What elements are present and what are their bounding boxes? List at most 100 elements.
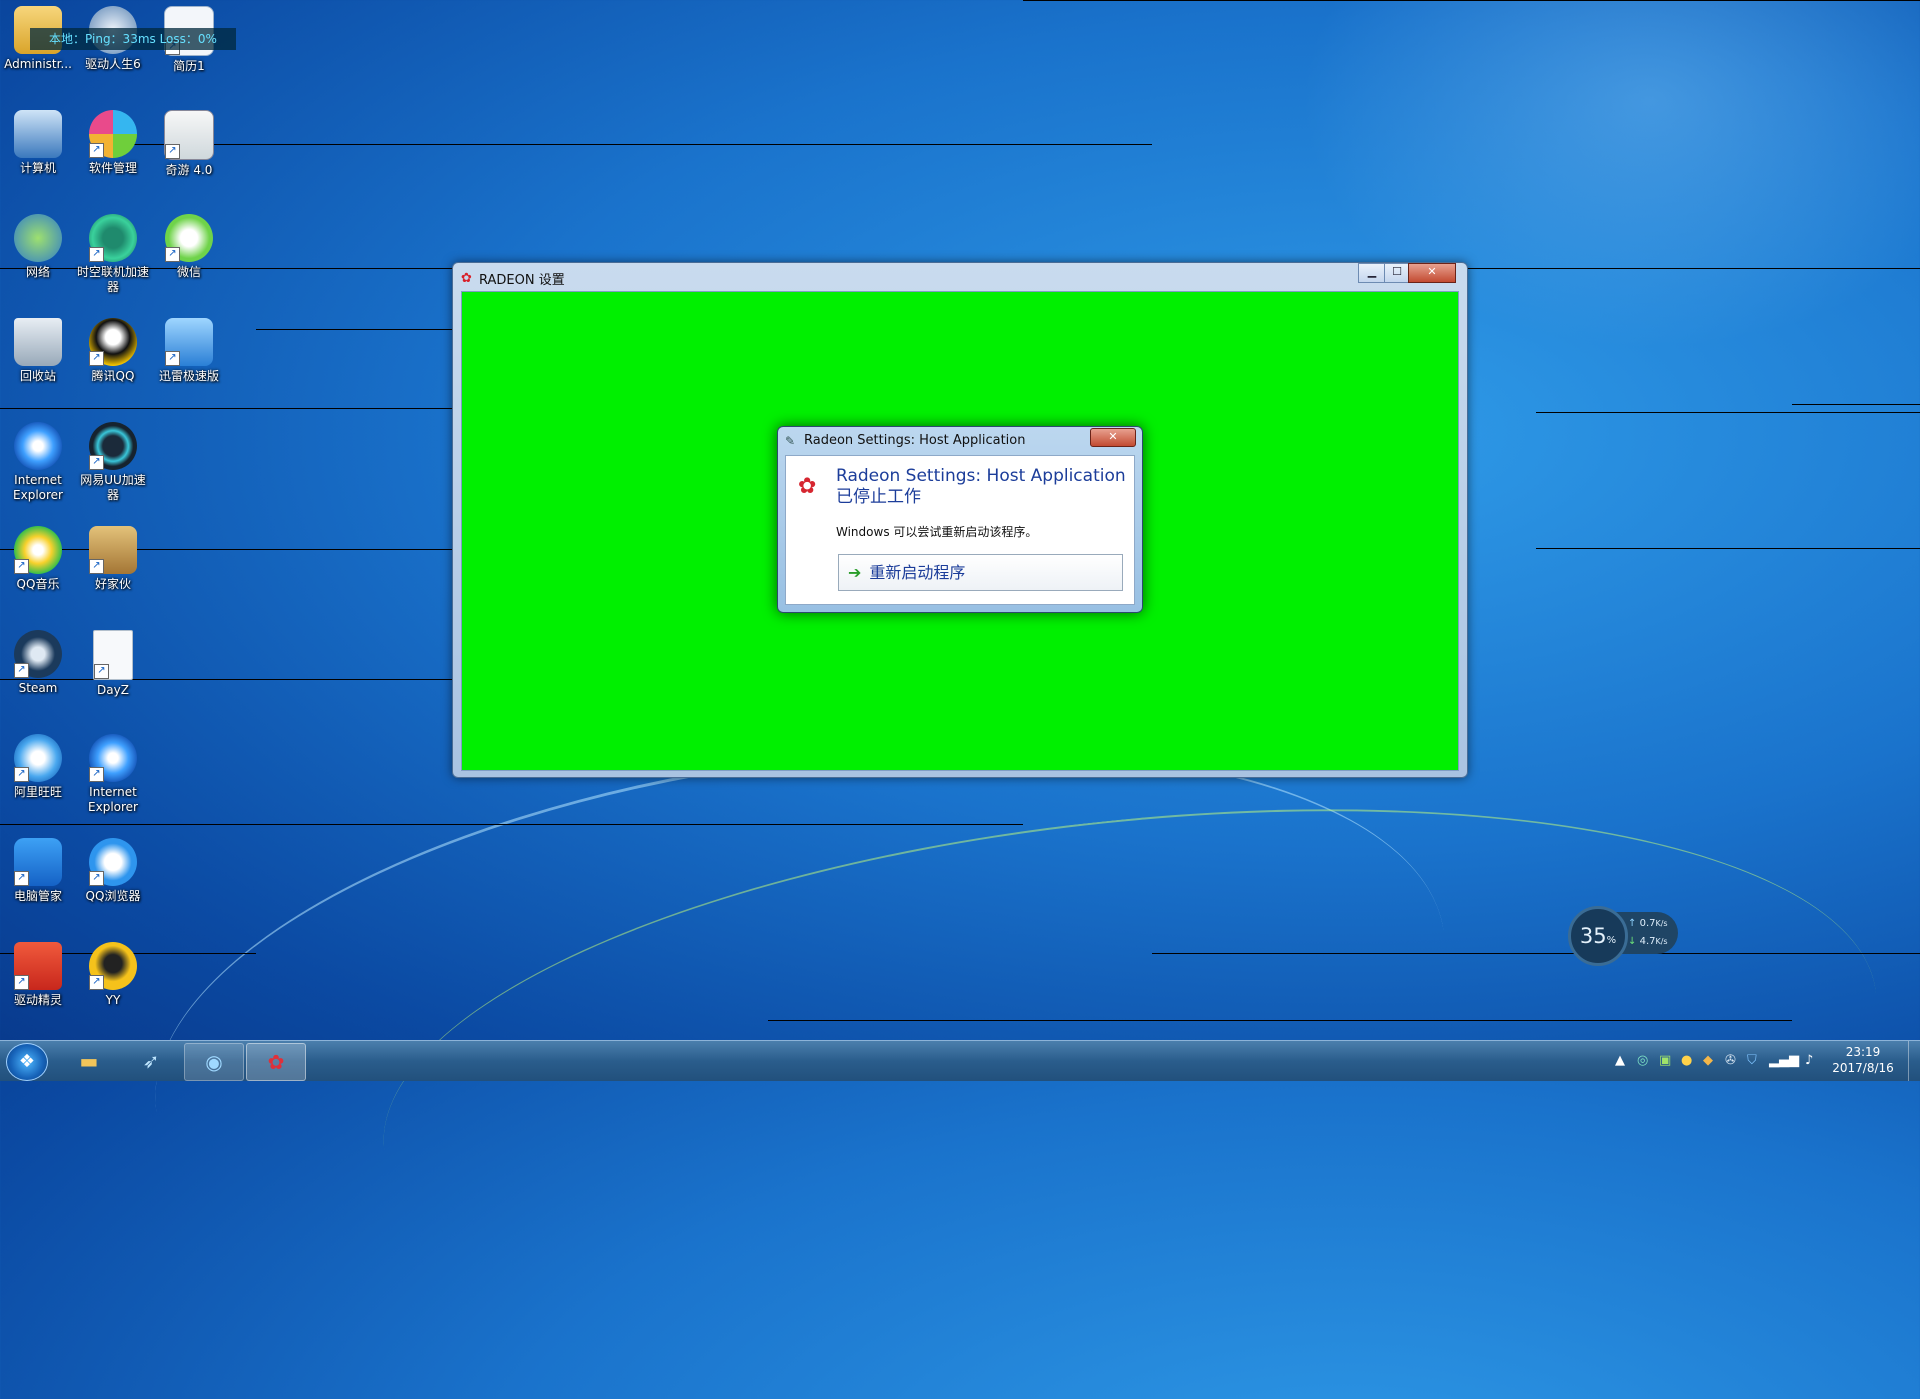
shortcut-arrow-icon: ↗ [89, 975, 104, 990]
wechat-icon: ↗ [165, 214, 213, 262]
xunlei-bird-icon: ➶ [142, 1049, 160, 1073]
taskbar-xunlei[interactable]: ➶ [122, 1043, 180, 1079]
blank-file-icon: ↗ [93, 630, 133, 680]
desktop-icon-wechat[interactable]: ↗ 微信 [151, 208, 227, 280]
render-artifact-line [1536, 548, 1920, 549]
desktop-icon-computer[interactable]: 计算机 [0, 104, 76, 176]
shortcut-arrow-icon: ↗ [14, 871, 29, 886]
start-button[interactable]: ❖ [6, 1043, 48, 1081]
shortcut-arrow-icon: ↗ [94, 664, 109, 679]
upload-speed: ↑ 0.7K/s [1628, 918, 1668, 929]
internet-explorer-icon: ↗ [89, 734, 137, 782]
close-button[interactable]: ✕ [1408, 263, 1456, 283]
desktop-icon-pc-manager[interactable]: ↗ 电脑管家 [0, 832, 76, 904]
app-icon: ✎ [785, 434, 796, 448]
desktop-icon-yy[interactable]: ↗ YY [75, 936, 151, 1008]
steam-tray-icon[interactable]: ✇ [1725, 1041, 1736, 1081]
shortcut-arrow-icon: ↗ [89, 559, 104, 574]
yy-tray-icon[interactable]: ◆ [1703, 1041, 1713, 1081]
clock-time: 23:19 [1845, 1045, 1881, 1059]
desktop-icon-dayz[interactable]: ↗ DayZ [75, 624, 151, 698]
desktop-icon-uu-accelerator[interactable]: ↗ 网易UU加速器 [75, 416, 151, 503]
qq-browser-icon: ↗ [89, 838, 137, 886]
green-arrow-icon: ➔ [848, 563, 862, 582]
desktop-icon-driver-genius[interactable]: ↗ 驱动精灵 [0, 936, 76, 1008]
desktop-icon-qq-music[interactable]: ↗ QQ音乐 [0, 520, 76, 592]
taskbar-radeon-settings[interactable]: ✿ [246, 1043, 306, 1081]
error-dialog[interactable]: ✎ Radeon Settings: Host Application ✕ ✿ … [777, 426, 1143, 613]
desktop-icon-internet-explorer[interactable]: Internet Explorer [0, 416, 76, 503]
desktop-icon-xunlei[interactable]: ↗ 迅雷极速版 [151, 312, 227, 384]
desktop-icon-steam[interactable]: ↗ Steam [0, 624, 76, 696]
dialog-body: ✿ Radeon Settings: Host Application 已停止工… [785, 455, 1135, 605]
qq-penguin-icon: ↗ [89, 318, 137, 366]
ping-overlay: 本地：Ping：33ms Loss：0% [30, 28, 236, 50]
show-hidden-icons-button[interactable]: ▲ [1615, 1041, 1625, 1081]
taskbar: ❖ ▬ ➶ ◉ ✿ ▲ ◎ ▣ ● ◆ ✇ ⛉ ▂▄▆ ♪ 23:19 2017… [0, 1040, 1920, 1081]
shortcut-arrow-icon: ↗ [89, 767, 104, 782]
folder-icon: ▬ [79, 1049, 99, 1073]
driver-tray-icon[interactable]: ▣ [1659, 1041, 1671, 1081]
taskbar-explorer[interactable]: ▬ [60, 1043, 118, 1079]
minimize-button[interactable]: ▁ [1358, 263, 1386, 283]
qq-music-icon: ↗ [14, 526, 62, 574]
haojiahuo-icon: ↗ [89, 526, 137, 574]
shortcut-arrow-icon: ↗ [14, 663, 29, 678]
desktop-icon-software-manager[interactable]: ↗ 软件管理 [75, 104, 151, 176]
desktop-icon-qq-browser[interactable]: ↗ QQ浏览器 [75, 832, 151, 904]
maximize-button[interactable]: ☐ [1384, 263, 1410, 283]
uu-tray-icon[interactable]: ◎ [1637, 1041, 1648, 1081]
yy-icon: ↗ [89, 942, 137, 990]
shortcut-arrow-icon: ↗ [89, 351, 104, 366]
qq-browser-icon: ◉ [205, 1050, 223, 1074]
shortcut-arrow-icon: ↗ [165, 351, 180, 366]
qq-tray-icon[interactable]: ● [1681, 1041, 1692, 1081]
volume-icon[interactable]: ♪ [1805, 1041, 1813, 1081]
pc-manager-tray-icon[interactable]: ⛉ [1747, 1041, 1757, 1081]
shortcut-arrow-icon: ↗ [165, 144, 180, 159]
internet-explorer-icon [14, 422, 62, 470]
network-signal-icon[interactable]: ▂▄▆ [1769, 1041, 1799, 1081]
shortcut-arrow-icon: ↗ [89, 455, 104, 470]
window-title: RADEON 设置 [479, 273, 565, 288]
network-icon [14, 214, 62, 262]
network-speed-widget[interactable]: ↑ 0.7K/s ↓ 4.7K/s 35% [1568, 906, 1680, 966]
render-artifact-line [1536, 412, 1920, 413]
xunlei-bird-icon: ↗ [165, 318, 213, 366]
clock-date: 2017/8/16 [1832, 1061, 1894, 1075]
desktop-icon-time-space-accelerator[interactable]: ↗ 时空联机加速器 [75, 208, 151, 295]
qiyou-icon: ↗ [164, 110, 214, 160]
radeon-logo-icon: ✿ [798, 474, 817, 499]
render-artifact-line [1023, 0, 1920, 1]
desktop-icon-recycle-bin[interactable]: 回收站 [0, 312, 76, 384]
taskbar-qq-browser[interactable]: ◉ [184, 1043, 244, 1081]
desktop-icon-haojiahuo[interactable]: ↗ 好家伙 [75, 520, 151, 592]
restart-program-button[interactable]: ➔ 重新启动程序 [838, 554, 1123, 591]
render-artifact-line [124, 144, 1152, 145]
show-desktop-button[interactable] [1908, 1041, 1920, 1081]
shortcut-arrow-icon: ↗ [165, 247, 180, 262]
render-artifact-line [0, 824, 1023, 825]
down-arrow-icon: ↓ [1628, 936, 1637, 947]
desktop-icon-network[interactable]: 网络 [0, 208, 76, 280]
steam-icon: ↗ [14, 630, 62, 678]
desktop-icon-internet-explorer-2[interactable]: ↗ Internet Explorer [75, 728, 151, 815]
desktop-icon-aliwangwang[interactable]: ↗ 阿里旺旺 [0, 728, 76, 800]
up-arrow-icon: ↑ [1628, 918, 1637, 929]
dialog-title: Radeon Settings: Host Application [804, 433, 1026, 448]
render-artifact-line [1152, 953, 1920, 954]
computer-icon [14, 110, 62, 158]
render-artifact-line [768, 1020, 1792, 1021]
cpu-usage-gauge: 35% [1568, 906, 1628, 966]
desktop-icon-qq[interactable]: ↗ 腾讯QQ [75, 312, 151, 384]
desktop-icon-qiyou[interactable]: ↗ 奇游 4.0 [151, 104, 227, 178]
pc-manager-shield-icon: ↗ [14, 838, 62, 886]
shortcut-arrow-icon: ↗ [14, 767, 29, 782]
dialog-close-button[interactable]: ✕ [1090, 428, 1136, 447]
shortcut-arrow-icon: ↗ [14, 559, 29, 574]
driver-genius-icon: ↗ [14, 942, 62, 990]
radeon-logo-icon: ✿ [461, 271, 472, 286]
software-manager-icon: ↗ [89, 110, 137, 158]
system-clock[interactable]: 23:19 2017/8/16 [1818, 1044, 1908, 1076]
shortcut-arrow-icon: ↗ [89, 871, 104, 886]
